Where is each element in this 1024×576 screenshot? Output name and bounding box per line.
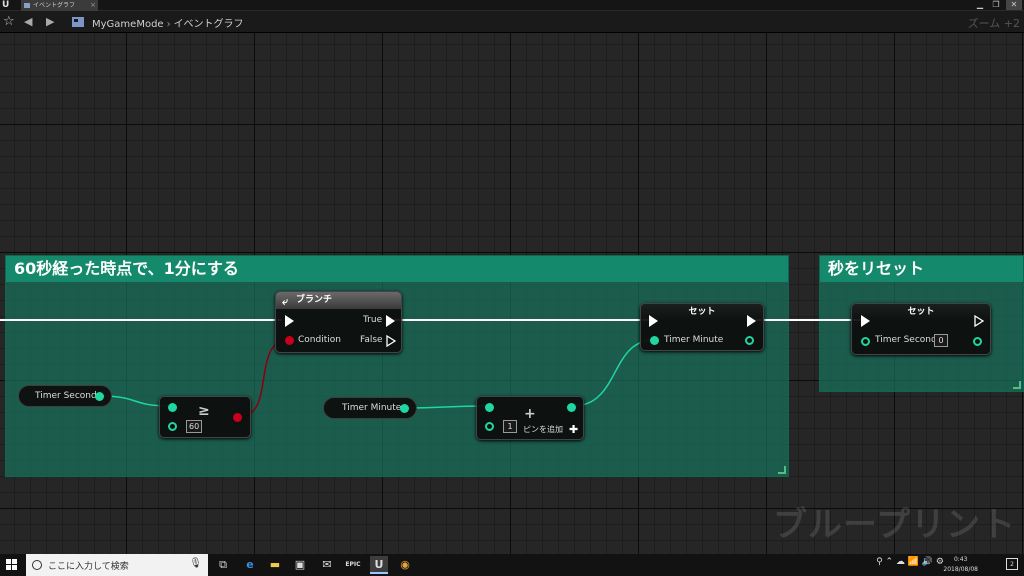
taskbar-search-box[interactable]: ここに入力して検索 🎙 [26,554,208,576]
file-explorer-icon[interactable]: ▬ [266,556,284,574]
int-output-pin[interactable] [400,404,409,413]
search-placeholder: ここに入力して検索 [48,562,129,572]
operator-symbol: ≥ [198,403,210,419]
exec-output-pin[interactable] [974,315,984,327]
clock-date: 2018/08/08 [943,566,978,573]
timer-minute-getter-node[interactable]: Timer Minute [323,397,417,419]
windows-start-icon[interactable] [6,559,17,570]
add-pin-icon[interactable]: ✚ [569,423,578,436]
compare-value-input[interactable]: 60 [186,420,203,433]
set-pin-label: Timer Second [875,335,937,345]
int-output-pin[interactable] [567,403,576,412]
int-output-pin[interactable] [973,337,982,346]
exec-input-pin[interactable] [285,315,294,327]
add-pin-label[interactable]: ピンを追加 [523,424,563,435]
store-icon[interactable]: ▣ [291,556,309,574]
condition-label: Condition [298,335,341,345]
restore-button[interactable]: ❐ [988,0,1004,10]
minimize-button[interactable]: ▁ [972,0,988,10]
branch-icon: ⤶ [282,295,289,308]
zoom-level: ズーム +2 [967,17,1020,30]
true-label: True [363,315,383,325]
exec-output-pin[interactable] [747,315,756,327]
blueprint-tab-icon [24,3,30,8]
notification-center-icon[interactable]: 2 [1006,558,1018,570]
exec-input-pin[interactable] [861,315,870,327]
epic-launcher-icon[interactable]: EPIC [344,556,362,574]
blueprint-watermark: ブループリント [773,505,1016,545]
int-input-pin-b[interactable] [168,422,177,431]
mail-icon[interactable]: ✉ [318,556,336,574]
document-tab[interactable]: イベントグラフ × [21,0,98,11]
bool-output-pin[interactable] [233,413,242,422]
window-titlebar: U イベントグラフ × ▁ ❐ ✕ [0,0,1024,11]
breadcrumb: MyGameMode › イベントグラフ [92,15,244,30]
variable-label: Timer Second [35,391,97,401]
back-arrow-icon[interactable]: ◀ [24,15,32,28]
add-value-input[interactable]: 1 [503,420,517,433]
timer-second-getter-node[interactable]: Timer Second [18,385,112,407]
branch-title-label: ブランチ [296,295,333,305]
condition-input-pin[interactable] [285,336,294,345]
set-node-title: セット [852,304,990,321]
int-input-pin[interactable] [650,336,659,345]
chrome-icon[interactable]: ◉ [396,556,414,574]
clock-time: 0:43 [953,556,968,563]
windows-taskbar: ここに入力して検索 🎙 ⧉ e ▬ ▣ ✉ EPIC U ◉ ⚲ ⌃ ☁ 📶 🔊… [0,554,1024,576]
edge-icon[interactable]: e [241,556,259,574]
document-tab-label: イベントグラフ [33,2,76,9]
exec-input-pin[interactable] [649,315,658,327]
microphone-icon[interactable]: 🎙 [189,558,202,569]
close-window-button[interactable]: ✕ [1006,0,1022,10]
breadcrumb-separator: › [166,19,171,30]
unreal-logo-icon: U [2,0,10,10]
tab-close-icon[interactable]: × [90,0,96,11]
exec-true-pin[interactable] [386,315,395,327]
cortana-circle-icon [32,560,42,570]
int-output-pin[interactable] [95,392,104,401]
task-view-icon[interactable]: ⧉ [214,556,232,574]
int-input-pin-b[interactable] [485,422,494,431]
variable-label: Timer Minute [342,403,402,413]
bookmark-star-icon[interactable]: ☆ [3,14,15,29]
int-input-pin-a[interactable] [168,403,177,412]
set-pin-label: Timer Minute [664,335,724,345]
branch-title: ⤶ ブランチ [276,292,401,309]
unreal-editor-icon[interactable]: U [370,556,388,574]
graph-toolbar: ☆ ◀ ▶ MyGameMode › イベントグラフ ズーム +2 [0,11,1024,33]
blueprint-class-icon [72,17,84,27]
int-input-pin[interactable] [861,337,870,346]
system-tray-icons[interactable]: ⚲ ⌃ ☁ 📶 🔊 ⚙ [876,557,944,567]
event-graph-canvas[interactable]: 60秒経った時点で、1分にする 秒をリセット Timer Second 60 ≥… [0,33,1024,554]
set-timer-second-node[interactable]: セット Timer Second 0 [851,303,991,355]
greater-equal-node[interactable]: 60 ≥ [159,396,251,438]
taskbar-clock[interactable]: 0:43 2018/08/08 [943,555,978,575]
breadcrumb-current: イベントグラフ [173,19,244,30]
set-node-title: セット [641,304,763,321]
set-timer-minute-node[interactable]: セット Timer Minute [640,303,764,351]
breadcrumb-root[interactable]: MyGameMode [92,19,164,30]
add-node[interactable]: + 1 ピンを追加 ✚ [476,396,584,440]
operator-symbol: + [524,406,536,422]
false-label: False [360,335,383,345]
int-input-pin-a[interactable] [485,403,494,412]
second-value-input[interactable]: 0 [934,334,948,347]
forward-arrow-icon[interactable]: ▶ [46,15,54,28]
int-output-pin[interactable] [745,336,754,345]
branch-node[interactable]: ⤶ ブランチ True Condition False [275,291,402,353]
wire-layer [0,319,861,417]
exec-false-pin[interactable] [386,335,396,347]
